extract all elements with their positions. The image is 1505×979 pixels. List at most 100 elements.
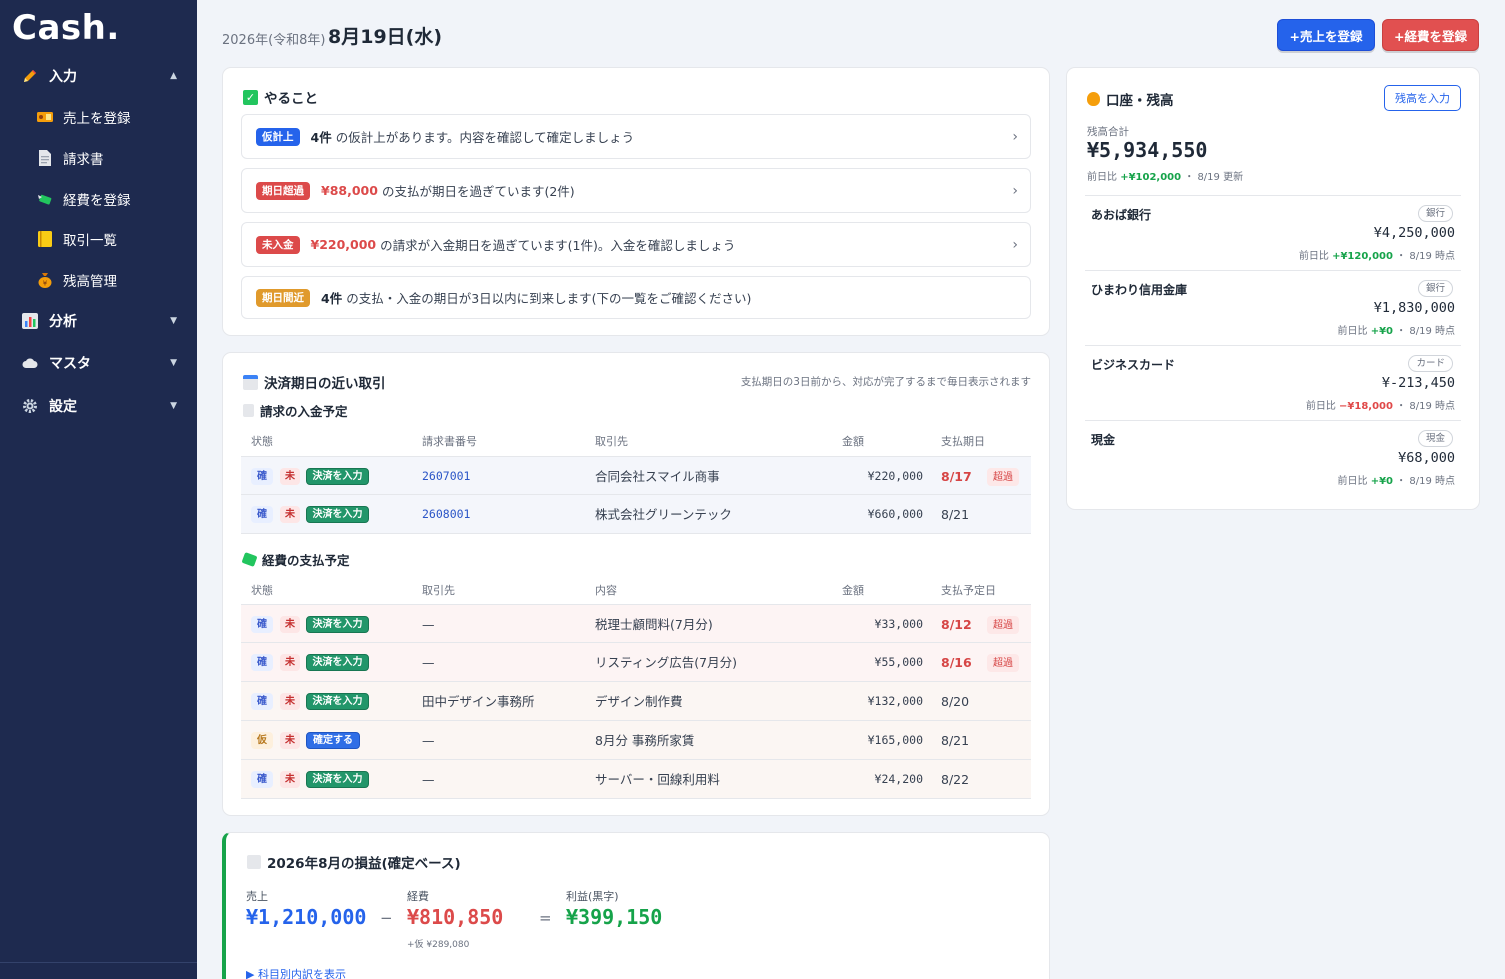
diff-prefix: 前日比 xyxy=(1337,476,1368,487)
nav-group-analysis[interactable]: 分析 ▼ xyxy=(0,306,197,336)
col-due: 支払期日 xyxy=(941,435,985,448)
confirm-button[interactable]: 確定する xyxy=(306,732,360,749)
client-name: — xyxy=(422,617,435,632)
todo-strong: 4件 xyxy=(321,291,343,306)
diff-value: +¥102,000 xyxy=(1120,172,1182,183)
todo-tag: 期日間近 xyxy=(256,288,310,307)
account-row[interactable]: あおば銀行 銀行 ¥4,250,000 前日比 +¥120,000 ・ 8/19… xyxy=(1085,195,1461,270)
account-type-badge: 銀行 xyxy=(1417,205,1453,222)
amount: ¥660,000 xyxy=(867,507,923,521)
enter-settlement-button[interactable]: 決済を入力 xyxy=(306,616,369,633)
register-expense-button[interactable]: +経費を登録 xyxy=(1382,19,1479,51)
status-confirmed-badge: 確 xyxy=(251,771,273,788)
table-row: 確 未 決済を入力 2607001 合同会社スマイル商事 ¥220,000 8/… xyxy=(241,456,1031,495)
document-icon xyxy=(36,149,54,167)
todo-text: の請求が入金期日を過ぎています(1件)。入金を確認しましょう xyxy=(380,238,736,253)
nav-group-settings[interactable]: 設定 ▼ xyxy=(0,391,197,421)
cloud-icon xyxy=(20,353,40,373)
table-row: 仮 未 確定する — 8月分 事務所家賃 ¥165,000 8/21 xyxy=(241,721,1031,760)
status-unsettled-badge: 未 xyxy=(280,771,300,788)
col-content: 内容 xyxy=(595,584,617,597)
account-diff: 前日比 −¥18,000 ・ 8/19 時点 xyxy=(1306,397,1455,412)
overdue-badge: 超過 xyxy=(987,468,1019,486)
diff-value: +¥0 xyxy=(1370,476,1393,487)
amount: ¥24,200 xyxy=(874,772,923,786)
show-breakdown-toggle[interactable]: ▶ 科目別内訳を表示 xyxy=(246,966,346,979)
account-amount: ¥1,830,000 xyxy=(1373,300,1455,316)
todo-item-overdue-payment[interactable]: 期日超過 ¥88,000 の支払が期日を過ぎています(2件) › xyxy=(241,168,1031,213)
account-diff: 前日比 +¥0 ・ 8/19 時点 xyxy=(1338,472,1456,487)
status-confirmed-badge: 確 xyxy=(251,693,273,710)
todo-strong: ¥88,000 xyxy=(321,183,378,198)
expense-amount: ¥810,850 xyxy=(407,905,504,929)
invoice-number-link[interactable]: 2607001 xyxy=(422,457,470,496)
svg-text:¥: ¥ xyxy=(43,280,48,288)
as-of: ・ 8/19 時点 xyxy=(1396,251,1455,262)
check-icon: ✓ xyxy=(243,89,258,105)
app-logo[interactable]: Cash. xyxy=(12,8,120,48)
nav-group-master[interactable]: マスタ ▼ xyxy=(0,348,197,378)
due-date: 8/20 xyxy=(941,694,970,709)
sidebar-divider xyxy=(0,962,197,963)
account-type-badge: カード xyxy=(1408,355,1453,372)
diff-prefix: 前日比 xyxy=(1087,172,1117,183)
todo-text: の支払・入金の期日が3日以内に到来します(下の一覧をご確認ください) xyxy=(346,291,752,306)
todo-item-provisional[interactable]: 仮計上 4件 の仮計上があります。内容を確認して確定しましょう › xyxy=(241,114,1031,159)
bar-chart-icon xyxy=(247,855,261,869)
diff-value: −¥18,000 xyxy=(1339,401,1393,412)
income-subhead: 請求の入金予定 xyxy=(243,401,348,420)
nav-group-label: 設定 xyxy=(49,399,77,415)
sidebar-item-label: 経費を登録 xyxy=(63,193,131,209)
todo-text: の支払が期日を過ぎています(2件) xyxy=(381,184,575,199)
todo-title-text: やること xyxy=(264,91,318,107)
account-diff: 前日比 +¥0 ・ 8/19 時点 xyxy=(1338,322,1456,337)
client-name: — xyxy=(422,655,435,670)
balance-title: 口座・残高 xyxy=(1087,89,1174,109)
caret-down-icon: ▼ xyxy=(170,316,177,326)
caret-down-icon: ▼ xyxy=(170,358,177,368)
sidebar-item-expense[interactable]: 経費を登録 xyxy=(0,184,197,214)
sidebar: Cash. 入力 ▲ 売上を登録 請求書 経費を登録 取引一覧 ¥ 残高管理 分… xyxy=(0,0,197,979)
enter-settlement-button[interactable]: 決済を入力 xyxy=(306,468,369,485)
table-row: 確 未 決済を入力 — リスティング広告(7月分) ¥55,000 8/16 超… xyxy=(241,643,1031,682)
profit-label: 利益(黒字) xyxy=(566,890,619,903)
invoice-number-link[interactable]: 2608001 xyxy=(422,495,470,534)
header-date: 8月19日(水) xyxy=(328,26,443,48)
due-date: 8/21 xyxy=(941,733,970,748)
sidebar-item-balance[interactable]: ¥ 残高管理 xyxy=(0,265,197,295)
sidebar-item-invoice[interactable]: 請求書 xyxy=(0,143,197,173)
enter-settlement-button[interactable]: 決済を入力 xyxy=(306,654,369,671)
content: リスティング広告(7月分) xyxy=(595,655,737,670)
content: 税理士顧問料(7月分) xyxy=(595,617,713,632)
col-invoice-no: 請求書番号 xyxy=(422,435,477,448)
sales-amount: ¥1,210,000 xyxy=(246,905,367,929)
upcoming-title-text: 決済期日の近い取引 xyxy=(264,376,386,392)
nav-group-label: 分析 xyxy=(49,314,77,330)
upcoming-card: 決済期日の近い取引 支払期日の3日前から、対応が完了するまで毎日表示されます 請… xyxy=(222,352,1050,816)
enter-settlement-button[interactable]: 決済を入力 xyxy=(306,693,369,710)
status-unsettled-badge: 未 xyxy=(280,654,300,671)
enter-balance-button[interactable]: 残高を入力 xyxy=(1384,85,1461,111)
client-name: 田中デザイン事務所 xyxy=(422,694,535,709)
caret-up-icon: ▲ xyxy=(170,71,177,81)
account-row[interactable]: ビジネスカード カード ¥-213,450 前日比 −¥18,000 ・ 8/1… xyxy=(1085,345,1461,420)
status-unsettled-badge: 未 xyxy=(280,693,300,710)
client-name: — xyxy=(422,772,435,787)
status-provisional-badge: 仮 xyxy=(251,732,273,749)
account-name: ひまわり信用金庫 xyxy=(1091,283,1188,297)
register-sales-button[interactable]: +売上を登録 xyxy=(1277,19,1375,51)
sidebar-item-transactions[interactable]: 取引一覧 xyxy=(0,224,197,254)
account-row[interactable]: ひまわり信用金庫 銀行 ¥1,830,000 前日比 +¥0 ・ 8/19 時点 xyxy=(1085,270,1461,345)
header-year: 2026年(令和8年) xyxy=(222,33,326,48)
todo-tag: 仮計上 xyxy=(256,127,300,146)
enter-settlement-button[interactable]: 決済を入力 xyxy=(306,506,369,523)
content: デザイン制作費 xyxy=(595,694,683,709)
enter-settlement-button[interactable]: 決済を入力 xyxy=(306,771,369,788)
todo-text: の仮計上があります。内容を確認して確定しましょう xyxy=(335,130,635,145)
sidebar-item-sales[interactable]: 売上を登録 xyxy=(0,102,197,132)
pencil-icon xyxy=(20,66,40,86)
nav-group-input[interactable]: 入力 ▲ xyxy=(0,61,197,91)
account-row[interactable]: 現金 現金 ¥68,000 前日比 +¥0 ・ 8/19 時点 xyxy=(1085,420,1461,495)
todo-item-unpaid[interactable]: 未入金 ¥220,000 の請求が入金期日を過ぎています(1件)。入金を確認しま… xyxy=(241,222,1031,267)
diff-value: +¥120,000 xyxy=(1332,251,1393,262)
